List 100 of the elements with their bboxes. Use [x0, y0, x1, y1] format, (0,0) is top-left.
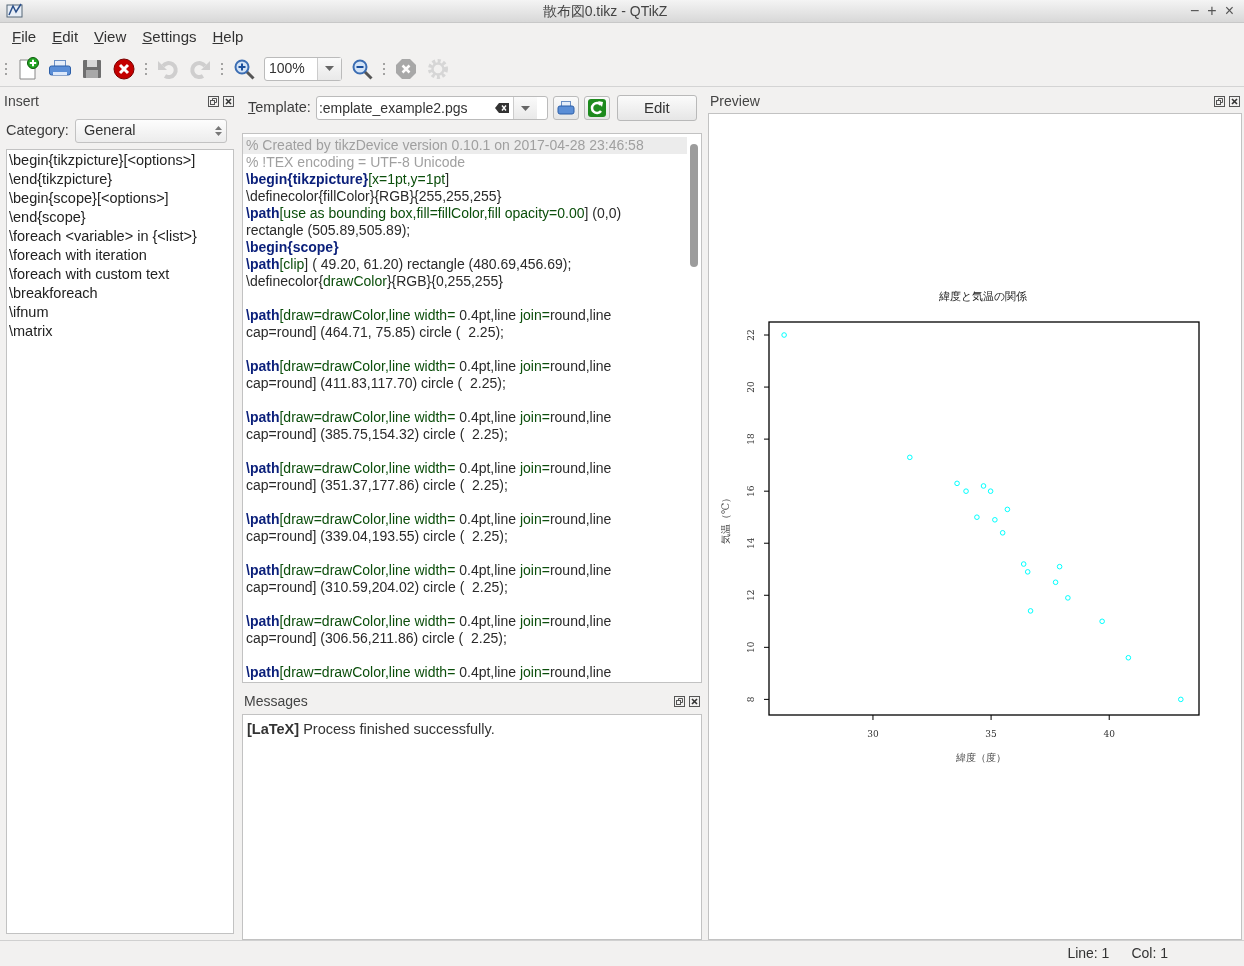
data-point — [1020, 561, 1027, 567]
code-line: \path[draw=drawColor,line width= 0.4pt,line join=round,line — [245, 562, 613, 579]
code-line: cap=round] (464.71, 75.85) circle ( 2.25); — [245, 324, 505, 341]
axis-label: 緯度（度） — [956, 752, 1006, 763]
edit-button[interactable]: Edit — [616, 95, 697, 121]
code-line: \begin{scope} — [245, 239, 340, 256]
tick-mark — [763, 542, 770, 544]
chart-title: 緯度と気温の関係 — [939, 290, 1027, 302]
close-icon[interactable] — [1229, 95, 1240, 107]
code-line: cap=round] (306.56,211.86) circle ( 2.25); — [245, 630, 508, 647]
list-item[interactable]: \end{tikzpicture} — [7, 170, 233, 189]
menu-item[interactable]: Help — [206, 23, 250, 51]
code-line: \definecolor{drawColor}{RGB}{0,255,255} — [245, 273, 504, 290]
data-point — [1052, 579, 1059, 586]
tick-label: 16 — [746, 485, 756, 497]
list-item[interactable]: \foreach with custom text — [7, 265, 233, 284]
caret-icon[interactable] — [520, 105, 530, 111]
code-line: \path[draw=drawColor,line width= 0.4pt,line join=round,line — [245, 511, 613, 528]
list-item[interactable]: \breakforeach — [7, 284, 233, 303]
menu-item[interactable]: View — [88, 23, 133, 51]
template-dropdown[interactable]: :emplate_example2.pgs — [315, 96, 548, 120]
data-point — [1125, 654, 1132, 661]
toolbar-handle[interactable] — [144, 61, 148, 76]
tick-mark — [763, 438, 770, 440]
data-point — [963, 488, 969, 494]
data-point — [954, 480, 960, 487]
data-point — [1065, 595, 1071, 601]
window-title: 散布図0.tikz - QTikZ — [541, 1, 669, 21]
code-line: \path[clip] ( 49.20, 61.20) rectangle (480.69,456.69); — [245, 256, 573, 273]
tick-label: 40 — [1103, 729, 1115, 739]
tick-label: 22 — [746, 329, 756, 341]
float-icon[interactable] — [208, 95, 219, 107]
close-icon[interactable] — [223, 95, 234, 107]
data-point — [999, 530, 1006, 536]
cancel-icon[interactable] — [112, 56, 136, 81]
print-button[interactable] — [552, 96, 579, 120]
code-line: \path[draw=drawColor,line width= 0.4pt,line join=round,line — [245, 307, 613, 324]
new-document-icon[interactable] — [16, 56, 40, 81]
category-dropdown[interactable]: General — [74, 119, 227, 143]
printer-icon — [556, 100, 575, 116]
data-point — [1004, 506, 1011, 513]
field-label: Category: — [6, 121, 69, 141]
zoom-dropdown[interactable]: 100% — [264, 56, 342, 81]
code-line: \definecolor{fillColor}{RGB}{255,255,255} — [245, 188, 503, 205]
code-line: cap=round] (310.59,204.02) circle ( 2.25); — [245, 579, 509, 596]
float-icon[interactable] — [674, 695, 685, 707]
toolbar-handle[interactable] — [4, 61, 8, 76]
panel-title: Preview — [710, 91, 760, 111]
tick-mark — [763, 490, 770, 492]
data-point — [1056, 563, 1063, 570]
code-editor[interactable] — [242, 133, 702, 683]
code-line: % !TEX encoding = UTF-8 Unicode — [245, 154, 467, 171]
menu-item[interactable]: Edit — [46, 23, 85, 51]
tick-label: 20 — [746, 381, 756, 393]
toolbar-handle[interactable] — [220, 61, 224, 76]
caret-icon[interactable] — [325, 66, 334, 71]
close-button[interactable]: × — [1220, 2, 1238, 20]
field-label: Template: — [248, 98, 311, 118]
data-point — [907, 454, 913, 461]
tick-label: 14 — [746, 537, 756, 549]
code-line: cap=round] (385.75,154.32) circle ( 2.25); — [245, 426, 509, 443]
list-item[interactable]: \foreach <variable> in {<list>} — [7, 227, 233, 246]
maximize-button[interactable]: + — [1203, 2, 1221, 20]
code-line: \path[draw=drawColor,line width= 0.4pt,line join=round,line — [245, 409, 613, 426]
clear-icon[interactable] — [494, 103, 509, 113]
reload-button[interactable] — [583, 96, 610, 120]
minimize-button[interactable]: − — [1185, 2, 1204, 20]
data-point — [974, 514, 980, 520]
template-field[interactable]: :emplate_example2.pgs — [316, 97, 495, 119]
panel-title: Messages — [244, 691, 308, 711]
code-line: cap=round] (411.83,117.70) circle ( 2.25); — [245, 375, 507, 392]
updown-caret-icon[interactable] — [214, 126, 222, 136]
message-text: [LaTeX] Process finished successfully. — [246, 720, 496, 739]
tick-mark — [763, 594, 770, 596]
scrollbar[interactable] — [690, 144, 698, 267]
menu-item[interactable]: File — [6, 23, 43, 51]
list-item[interactable]: \begin{tikzpicture}[<options>] — [7, 151, 233, 170]
tick-label: 12 — [746, 589, 756, 601]
list-item[interactable]: \matrix — [7, 322, 233, 341]
tick-mark — [872, 714, 874, 721]
list-item[interactable]: \begin{scope}[<options>] — [7, 189, 233, 208]
toolbar-handle[interactable] — [382, 61, 386, 76]
status-text: Col: 1 — [1131, 944, 1168, 963]
code-line: \begin{tikzpicture}[x=1pt,y=1pt] — [245, 171, 451, 188]
code-line: \path[draw=drawColor,line width= 0.4pt,line join=round,line — [245, 358, 613, 375]
zoom-field[interactable]: 100% — [265, 58, 317, 79]
data-point — [1099, 618, 1105, 625]
close-icon[interactable] — [689, 695, 700, 707]
tick-mark — [990, 714, 992, 721]
code-line: cap=round] (351.37,177.86) circle ( 2.25); — [245, 477, 509, 494]
tick-label: 8 — [746, 696, 756, 703]
menu-item[interactable]: Settings — [136, 23, 203, 51]
code-line: \path[draw=drawColor,line width= 0.4pt,line join=round,line — [245, 460, 613, 477]
list-item[interactable]: \end{scope} — [7, 208, 233, 227]
code-line: \path[use as bounding box,fill=fillColor,fill opacity=0.00] (0,0) — [245, 205, 623, 222]
list-item[interactable]: \ifnum — [7, 303, 233, 322]
list-item[interactable]: \foreach with iteration — [7, 246, 233, 265]
reload-icon — [587, 99, 606, 117]
float-icon[interactable] — [1214, 95, 1225, 107]
tick-mark — [1108, 714, 1110, 721]
